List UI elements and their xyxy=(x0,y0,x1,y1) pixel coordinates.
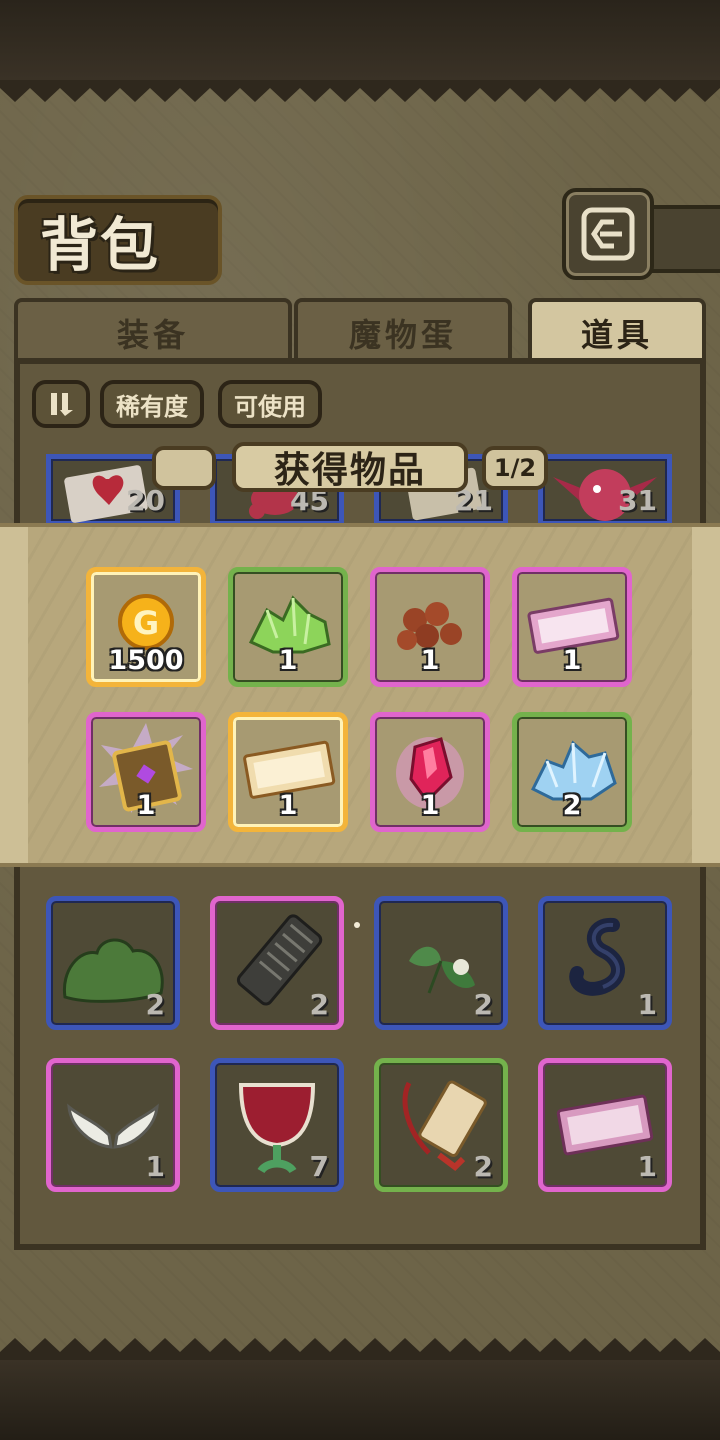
reward-item[interactable]: 1 xyxy=(370,712,490,832)
reward-item[interactable]: 1 xyxy=(86,712,206,832)
tab-items-label: 道具 xyxy=(580,316,653,354)
sort-icon xyxy=(51,393,73,416)
inventory-cell[interactable]: 2 xyxy=(210,896,344,1030)
page-title: 背包 xyxy=(40,211,161,279)
reward-title: 获得物品 xyxy=(232,442,468,492)
page-indicator-text: 1/2 xyxy=(493,454,537,482)
reward-count: 1 xyxy=(420,790,440,821)
page-indicator: 1/2 xyxy=(482,446,548,490)
band-right-edge xyxy=(692,527,720,863)
reward-item[interactable]: 1 xyxy=(228,567,348,687)
sort-order-button[interactable] xyxy=(32,380,90,428)
inventory-cell[interactable]: 31 xyxy=(538,454,672,526)
reward-count: 1 xyxy=(420,645,440,676)
band-left-edge xyxy=(0,527,28,863)
reward-count: 1500 xyxy=(108,645,184,676)
reward-item[interactable]: 1 xyxy=(370,567,490,687)
tab-monster-egg-label: 魔物蛋 xyxy=(348,316,457,354)
inventory-cell[interactable]: 1 xyxy=(538,1058,672,1192)
top-bar xyxy=(0,0,720,80)
zigzag-bottom-edge xyxy=(0,1338,720,1360)
zigzag-top-edge xyxy=(0,80,720,102)
usable-filter-button[interactable]: 可使用 xyxy=(218,380,322,428)
item-count: 31 xyxy=(618,484,657,517)
usable-filter-label: 可使用 xyxy=(234,392,306,421)
svg-text:G: G xyxy=(133,604,159,642)
item-count: 2 xyxy=(473,1150,493,1183)
back-arrow-icon xyxy=(581,207,635,261)
rarity-filter-label: 稀有度 xyxy=(116,392,188,421)
reward-count: 1 xyxy=(278,790,298,821)
bottom-bar xyxy=(0,1360,720,1440)
reward-item[interactable]: 2 xyxy=(512,712,632,832)
inventory-cell[interactable]: 2 xyxy=(374,1058,508,1192)
item-count: 2 xyxy=(145,988,165,1021)
item-count: 1 xyxy=(637,988,657,1021)
item-count: 7 xyxy=(309,1150,329,1183)
rarity-filter-button[interactable]: 稀有度 xyxy=(100,380,204,428)
item-count: 1 xyxy=(145,1150,165,1183)
tab-equipment-label: 装备 xyxy=(116,316,189,354)
inventory-cell[interactable]: 2 xyxy=(374,896,508,1030)
back-button-rail xyxy=(646,205,720,273)
inventory-cell[interactable]: 7 xyxy=(210,1058,344,1192)
tab-bar: 装备 魔物蛋 道具 xyxy=(14,298,706,364)
inventory-cell[interactable]: 1 xyxy=(538,896,672,1030)
separator-dot xyxy=(354,922,360,928)
reward-count: 1 xyxy=(562,645,582,676)
reward-count: 2 xyxy=(562,790,582,821)
reward-count: 1 xyxy=(278,645,298,676)
reward-item[interactable]: 1 xyxy=(228,712,348,832)
back-button[interactable] xyxy=(562,188,654,280)
reward-title-text: 获得物品 xyxy=(273,449,426,491)
item-count: 1 xyxy=(637,1150,657,1183)
header-left-tab xyxy=(152,446,216,490)
item-count: 2 xyxy=(473,988,493,1021)
reward-count: 1 xyxy=(136,790,156,821)
reward-item[interactable]: G 1500 xyxy=(86,567,206,687)
tab-items[interactable]: 道具 xyxy=(528,298,706,364)
reward-item[interactable]: 1 xyxy=(512,567,632,687)
item-count: 2 xyxy=(309,988,329,1021)
tab-monster-egg[interactable]: 魔物蛋 xyxy=(294,298,512,364)
inventory-cell[interactable]: 2 xyxy=(46,896,180,1030)
inventory-cell[interactable]: 1 xyxy=(46,1058,180,1192)
tab-equipment[interactable]: 装备 xyxy=(14,298,292,364)
